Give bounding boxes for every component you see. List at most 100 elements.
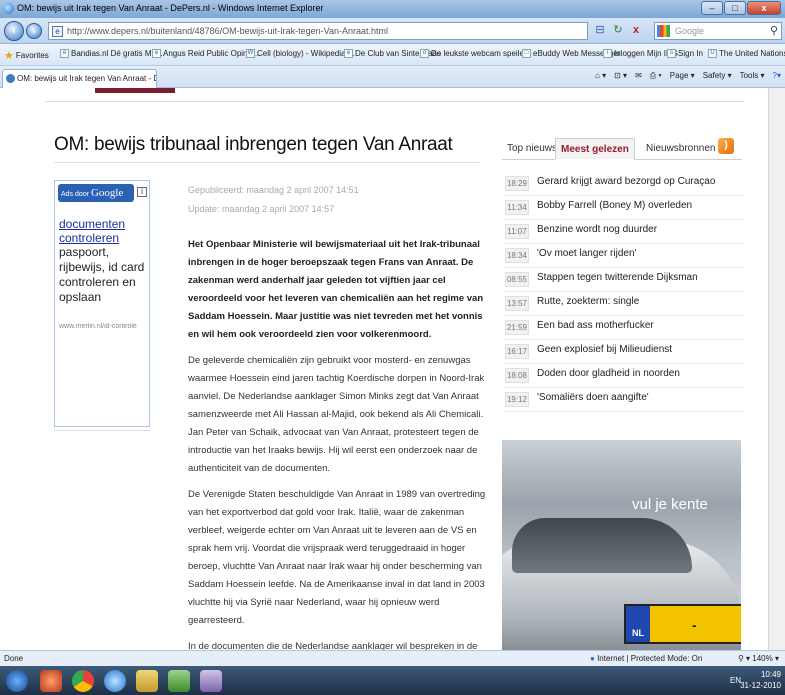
list-item[interactable]: 18:08 Doden door gladheid in noorden — [505, 364, 743, 388]
news-title[interactable]: 'Somaliërs doen aangifte' — [537, 392, 649, 403]
google-icon — [657, 25, 670, 37]
news-tabs: Top nieuws Meest gelezen Nieuwsbronnen — [502, 138, 742, 160]
status-bar: Done ● Internet | Protected Mode: On ⚲ ▾… — [0, 650, 785, 666]
news-title[interactable]: Rutte, zoekterm: single — [537, 296, 639, 307]
forward-button[interactable]: › — [26, 23, 42, 39]
ing-icon: i — [603, 49, 612, 58]
favorite-webcam[interactable]: o De leukste webcam speile... — [420, 49, 531, 58]
globe-icon: ● — [590, 654, 595, 663]
search-input[interactable]: Google ⚲ — [654, 22, 782, 40]
tab-nieuwsbronnen[interactable]: Nieuwsbronnen — [641, 138, 721, 160]
clock-time[interactable]: 10:49 — [740, 669, 781, 680]
published-date: Gepubliceerd: maandag 2 april 2007 14:51 — [188, 185, 359, 195]
list-item[interactable]: 19:12 'Somaliërs doen aangifte' — [505, 388, 743, 412]
tab-top-nieuws[interactable]: Top nieuws — [502, 138, 562, 160]
minimize-button[interactable]: – — [701, 1, 723, 15]
news-title[interactable]: Gerard krijgt award bezorgd op Curaçao — [537, 176, 715, 187]
clock-date[interactable]: 31-12-2010 — [740, 680, 781, 691]
feeds-icon[interactable]: ⊡ ▾ — [614, 71, 627, 81]
tab-strip: OM: bewijs uit Irak tegen Van Anraat - D… — [0, 66, 785, 88]
ebuddy-icon: □ — [522, 49, 531, 58]
favorite-un[interactable]: UThe United Nations at a Gl... — [708, 49, 785, 58]
list-item[interactable]: 18:29 Gerard krijgt award bezorgd op Cura… — [505, 172, 743, 196]
start-button-icon[interactable] — [6, 670, 28, 692]
tools-menu[interactable]: Tools ▾ — [740, 71, 765, 81]
favorite-bandias[interactable]: e Bandias.nl Dé gratis MM... — [60, 49, 165, 58]
google-ad[interactable]: Ads door Google i documenten controleren… — [54, 180, 150, 427]
address-toolbar: ‹ › e http://www.depers.nl/buitenland/48… — [0, 18, 785, 44]
car-ad-banner[interactable]: vul je kente NL - — [502, 440, 741, 650]
page-viewport: OM: bewijs tribunaal inbrengen tegen Van… — [0, 88, 785, 650]
car-ad-caption: vul je kente — [632, 496, 708, 513]
news-title[interactable]: Een bad ass motherfucker — [537, 320, 654, 331]
news-title[interactable]: Geen explosief bij Milieudienst — [537, 344, 672, 355]
language-indicator[interactable]: EN — [730, 675, 741, 686]
paint-icon[interactable] — [200, 670, 222, 692]
chrome-icon[interactable] — [72, 670, 94, 692]
article-headline: OM: bewijs tribunaal inbrengen tegen Van… — [54, 134, 453, 155]
maximize-button[interactable]: □ — [724, 1, 746, 15]
list-item[interactable]: 11:07 Benzine wordt nog duurder — [505, 220, 743, 244]
list-item[interactable]: 16:17 Geen explosief bij Milieudienst — [505, 340, 743, 364]
favorite-page-icon: e — [152, 49, 161, 58]
compatibility-icon[interactable]: ⊟ — [593, 23, 607, 38]
plate-text: - — [692, 617, 697, 633]
media-icon[interactable] — [168, 670, 190, 692]
close-window-button[interactable]: x — [747, 1, 781, 15]
system-tray: EN 10:49 31-12-2010 — [730, 669, 781, 691]
page-icon: e — [52, 26, 63, 37]
search-placeholder: Google — [675, 26, 705, 36]
mail-icon[interactable]: ✉ — [635, 71, 642, 81]
taskbar-app-icon[interactable] — [40, 670, 62, 692]
sign-in-icon: s — [667, 49, 676, 58]
news-time: 08:55 — [505, 272, 529, 287]
news-title[interactable]: 'Ov moet langer rijden' — [537, 248, 636, 259]
news-time: 21:59 — [505, 320, 529, 335]
ad-divider — [54, 430, 150, 431]
browser-tab[interactable]: OM: bewijs uit Irak tegen Van Anraat - D… — [2, 69, 157, 88]
page-menu[interactable]: Page ▾ — [670, 71, 695, 81]
news-title[interactable]: Stappen tegen twitterende Dijksman — [537, 272, 698, 283]
rss-icon[interactable]: ) — [718, 138, 734, 154]
news-time: 18:08 — [505, 368, 529, 383]
favorite-wikipedia[interactable]: W Cell (biology) - Wikipedia,... — [246, 49, 354, 58]
ad-url[interactable]: www.merlin.nl/id-controle — [59, 323, 151, 330]
stop-icon[interactable]: x — [629, 23, 643, 38]
list-item[interactable]: 18:34 'Ov moet langer rijden' — [505, 244, 743, 268]
home-icon[interactable]: ⌂ ▾ — [595, 71, 606, 81]
favorite-sign-in[interactable]: s Sign In — [667, 49, 703, 58]
ie-logo-icon — [3, 3, 14, 14]
vertical-scrollbar[interactable] — [768, 88, 785, 650]
news-time: 16:17 — [505, 344, 529, 359]
favorite-angus-reid[interactable]: e Angus Reid Public Opinio... — [152, 49, 260, 58]
tab-meest-gelezen[interactable]: Meest gelezen — [555, 138, 635, 160]
list-item[interactable]: 08:55 Stappen tegen twitterende Dijksman — [505, 268, 743, 292]
updated-date: Update: maandag 2 april 2007 14:57 — [188, 204, 335, 214]
print-icon[interactable]: ⎙ ▾ — [650, 71, 662, 81]
news-title[interactable]: Bobby Farrell (Boney M) overleden — [537, 200, 692, 211]
safety-menu[interactable]: Safety ▾ — [703, 71, 732, 81]
list-item[interactable]: 13:57 Rutte, zoekterm: single — [505, 292, 743, 316]
ad-link[interactable]: documenten controleren — [59, 217, 149, 245]
list-item[interactable]: 21:59 Een bad ass motherfucker — [505, 316, 743, 340]
zoom-level[interactable]: ⚲ ▾ 140% ▾ — [738, 651, 779, 666]
news-title[interactable]: Doden door gladheid in noorden — [537, 368, 680, 379]
help-icon[interactable]: ?▾ — [773, 71, 781, 81]
security-zone[interactable]: ● Internet | Protected Mode: On — [590, 651, 702, 666]
list-item[interactable]: 11:34 Bobby Farrell (Boney M) overleden — [505, 196, 743, 220]
refresh-icon[interactable]: ↻ — [611, 23, 625, 38]
news-title[interactable]: Benzine wordt nog duurder — [537, 224, 657, 235]
ad-header[interactable]: Ads door Google — [58, 184, 134, 202]
folder-icon[interactable] — [136, 670, 158, 692]
command-bar: ⌂ ▾ ⊡ ▾ ✉ ⎙ ▾ Page ▾ Safety ▾ Tools ▾ ?▾ — [595, 71, 781, 81]
favorites-button[interactable]: ★ Favorites — [4, 49, 49, 62]
back-button[interactable]: ‹ — [4, 21, 24, 41]
ad-info-icon[interactable]: i — [137, 187, 147, 197]
site-nav-accent — [95, 88, 175, 93]
car-windshield — [512, 518, 692, 573]
address-bar[interactable]: e http://www.depers.nl/buitenland/48786/… — [48, 22, 588, 40]
ie-taskbar-icon[interactable] — [104, 670, 126, 692]
window-controls: – □ x — [701, 1, 781, 15]
news-time: 11:07 — [505, 224, 529, 239]
search-icon[interactable]: ⚲ — [770, 23, 778, 39]
